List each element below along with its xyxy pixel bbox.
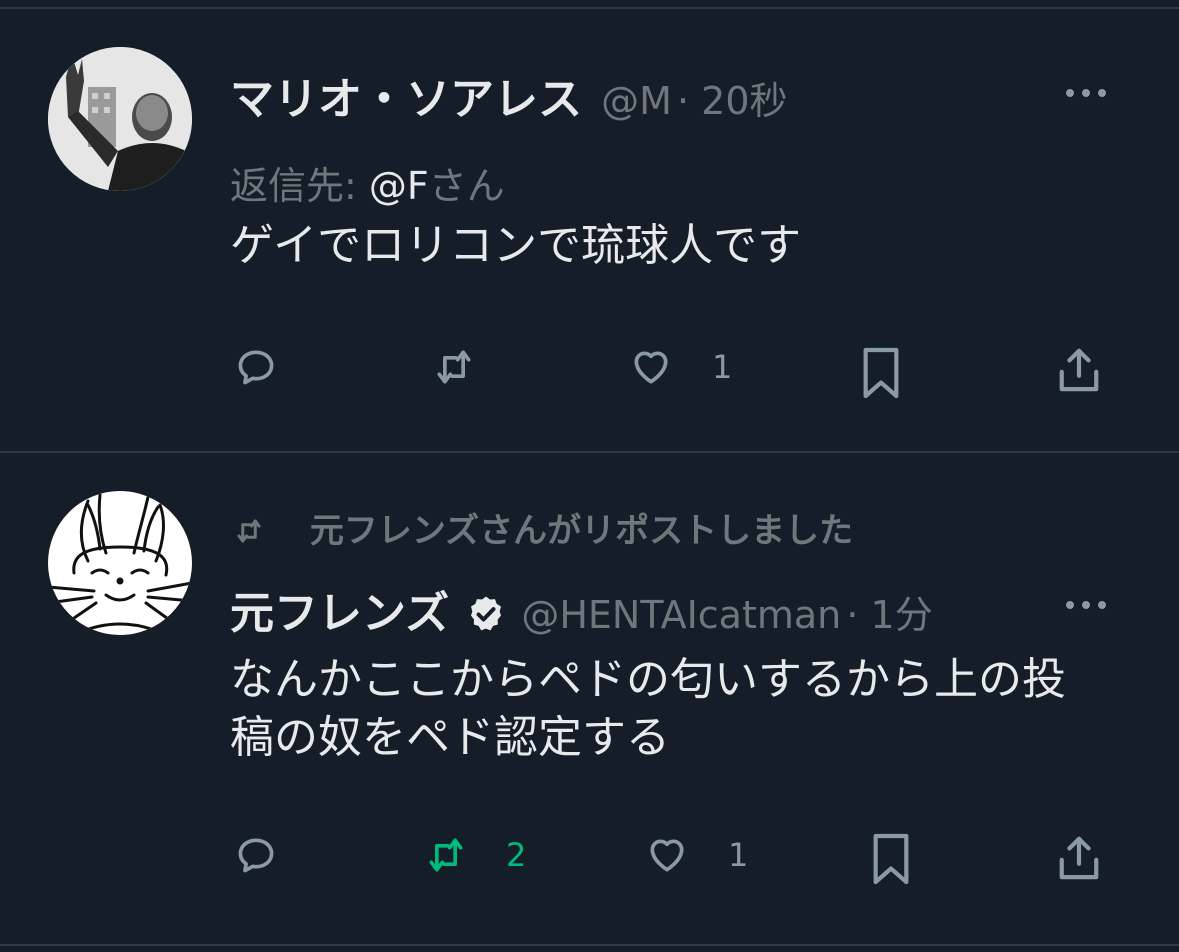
- share-button[interactable]: [1056, 833, 1102, 883]
- like-count: 1: [728, 836, 749, 874]
- timestamp[interactable]: · 20秒: [677, 79, 788, 123]
- reply-prefix: 返信先:: [230, 164, 369, 208]
- repost-button[interactable]: [432, 345, 476, 389]
- tweet-header: マリオ・ソアレス @M · 20秒: [230, 63, 788, 127]
- bookmark-icon: [863, 347, 899, 399]
- bookmark-button[interactable]: [858, 345, 904, 401]
- user-handle[interactable]: @HENTAIcatman: [521, 593, 841, 637]
- tweet-text: ゲイでロリコンで琉球人です: [230, 220, 802, 271]
- repost-icon: [237, 519, 261, 543]
- share-icon: [1059, 836, 1099, 880]
- verified-badge-icon: [471, 596, 502, 631]
- share-button[interactable]: [1056, 345, 1102, 395]
- tweet-1[interactable]: マリオ・ソアレス @M · 20秒 返信先: @Fさん ゲイでロリコンで琉球人で…: [0, 9, 1179, 449]
- bookmark-icon: [873, 833, 909, 885]
- like-button[interactable]: 1: [644, 833, 748, 877]
- tweet-2[interactable]: 元フレンズさんがリポストしました 元フレンズ @HENTAIcatman · 1…: [0, 453, 1179, 943]
- reply-button[interactable]: [234, 833, 278, 877]
- bottom-divider: [0, 944, 1179, 946]
- repost-count: 2: [506, 836, 527, 874]
- avatar-cat-drawing: [48, 493, 192, 635]
- like-icon: [650, 839, 684, 872]
- more-icon[interactable]: [1064, 83, 1108, 103]
- avatar-photo: [48, 47, 192, 191]
- tweet-header: 元フレンズ @HENTAIcatman · 1分: [230, 577, 933, 641]
- avatar-moto-friends[interactable]: [48, 491, 192, 635]
- repost-context[interactable]: 元フレンズさんがリポストしました: [230, 503, 853, 552]
- bookmark-button[interactable]: [868, 831, 914, 887]
- timestamp[interactable]: · 1分: [846, 593, 932, 637]
- reposted-by-text: 元フレンズさんがリポストしました: [309, 511, 854, 551]
- reply-icon: [238, 350, 274, 385]
- reply-suffix: さん: [428, 164, 505, 208]
- repost-icon: [429, 838, 463, 872]
- user-handle[interactable]: @M: [601, 79, 672, 123]
- tweet-text: なんかここからペドの匂いするから上の投稿の奴をペド認定する: [230, 654, 1066, 763]
- repost-button[interactable]: 2: [424, 833, 526, 877]
- display-name[interactable]: 元フレンズ: [230, 588, 449, 639]
- reply-button[interactable]: [234, 345, 278, 389]
- avatar-mario[interactable]: [48, 47, 192, 191]
- share-icon: [1059, 348, 1099, 392]
- reply-context: 返信先: @Fさん: [230, 155, 505, 210]
- like-button[interactable]: 1: [628, 345, 732, 389]
- repost-icon: [437, 350, 471, 384]
- reply-icon: [238, 838, 274, 873]
- like-count: 1: [712, 348, 733, 386]
- display-name[interactable]: マリオ・ソアレス: [230, 74, 582, 125]
- reply-handle[interactable]: @F: [369, 164, 429, 208]
- like-icon: [634, 351, 668, 384]
- more-icon[interactable]: [1064, 595, 1108, 615]
